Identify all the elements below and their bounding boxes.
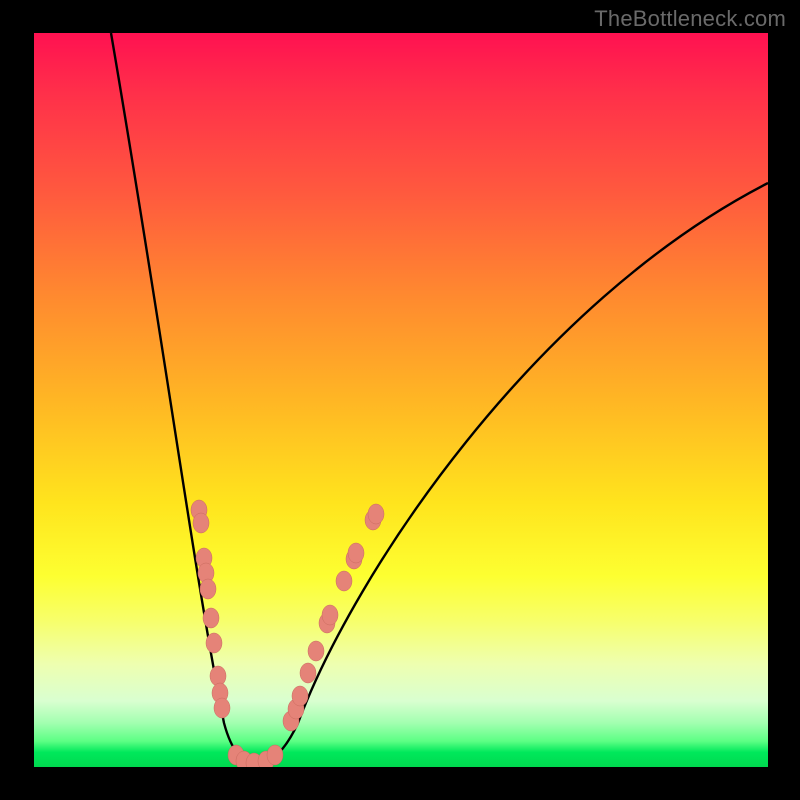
data-marker (348, 543, 364, 563)
plot-area (34, 33, 768, 767)
marker-group (191, 500, 384, 767)
data-marker (214, 698, 230, 718)
data-marker (322, 605, 338, 625)
chart-frame: TheBottleneck.com (0, 0, 800, 800)
data-marker (368, 504, 384, 524)
data-marker (267, 745, 283, 765)
chart-svg (34, 33, 768, 767)
data-marker (210, 666, 226, 686)
data-marker (193, 513, 209, 533)
data-marker (292, 686, 308, 706)
watermark-text: TheBottleneck.com (594, 6, 786, 32)
data-marker (336, 571, 352, 591)
data-marker (300, 663, 316, 683)
data-marker (308, 641, 324, 661)
data-marker (206, 633, 222, 653)
data-marker (203, 608, 219, 628)
bottleneck-curve (111, 33, 768, 764)
data-marker (200, 579, 216, 599)
